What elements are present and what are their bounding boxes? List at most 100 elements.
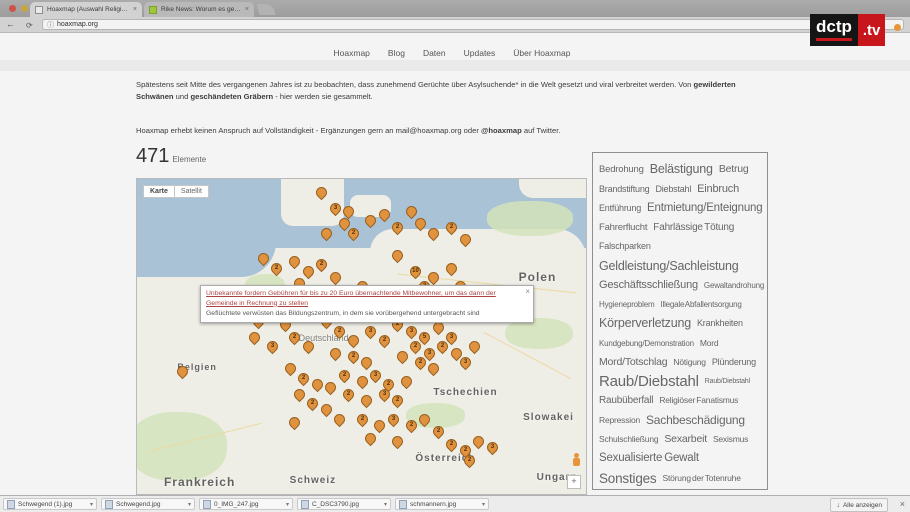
chevron-down-icon[interactable]: ▾ <box>188 501 191 508</box>
show-all-downloads-button[interactable]: ↓ Alle anzeigen <box>830 498 888 512</box>
map-cluster-marker[interactable]: 2 <box>295 370 312 387</box>
tag-raub-diebstahl[interactable]: Raub/Diebstahl <box>599 373 699 390</box>
pegman-icon[interactable] <box>572 453 580 467</box>
map-cluster-marker[interactable]: 3 <box>367 367 384 383</box>
downloads-bar-close-icon[interactable]: × <box>900 499 905 509</box>
map-cluster-marker[interactable]: 3 <box>385 411 402 427</box>
tag-einbruch[interactable]: Einbruch <box>697 183 739 195</box>
map-cluster-marker[interactable]: 2 <box>340 386 357 402</box>
download-item-schwegend-1-jpg[interactable]: Schwegend (1).jpg ▾ <box>3 498 97 510</box>
map-marker[interactable] <box>358 354 375 371</box>
map-cluster-marker[interactable]: 2 <box>345 348 361 364</box>
nav-link-ber-hoaxmap[interactable]: Über Hoaxmap <box>513 48 570 58</box>
tag-hygieneproblem[interactable]: Hygieneproblem <box>599 300 655 309</box>
map-marker[interactable] <box>327 269 343 286</box>
tag-raub-berfall[interactable]: Raubüberfall <box>599 395 654 406</box>
reload-icon[interactable]: ⟳ <box>26 20 33 31</box>
map-cluster-marker[interactable]: 3 <box>403 323 420 339</box>
download-item-schmannern-jpg[interactable]: schmannern.jpg ▾ <box>395 498 489 510</box>
tag-geldleistung-sachleistung[interactable]: Geldleistung/Sachleistung <box>599 259 739 273</box>
map-marker[interactable] <box>300 263 316 279</box>
back-icon[interactable]: ← <box>6 19 15 30</box>
map-marker[interactable] <box>363 430 379 446</box>
chevron-down-icon[interactable]: ▾ <box>286 501 289 508</box>
window-minimize-button[interactable] <box>21 5 28 12</box>
map-cluster-marker[interactable]: 3 <box>264 338 280 355</box>
zoom-in-button[interactable]: + <box>567 475 581 490</box>
map-cluster-marker[interactable]: 2 <box>313 257 330 273</box>
map-marker[interactable] <box>372 417 388 434</box>
map-marker[interactable] <box>470 433 487 450</box>
tag-sachbesch-digung[interactable]: Sachbeschädigung <box>646 413 745 427</box>
map-cluster-marker[interactable]: 2 <box>354 411 370 427</box>
address-bar[interactable]: ⓘ hoaxmap.org <box>42 19 904 30</box>
nav-link-daten[interactable]: Daten <box>423 48 446 58</box>
tag-n-tigung[interactable]: Nötigung <box>673 357 706 367</box>
map-cluster-marker[interactable]: 2 <box>336 367 352 383</box>
tag-sexismus[interactable]: Sexismus <box>713 434 748 444</box>
tag-krankheiten[interactable]: Krankheiten <box>697 318 743 328</box>
map-marker[interactable] <box>354 373 370 390</box>
tab-news[interactable]: Rike News: Worum es geht u... × <box>144 2 254 17</box>
popup-close-icon[interactable]: × <box>525 287 530 296</box>
map-marker[interactable] <box>286 253 303 270</box>
tag-illegale-abfallentsorgung[interactable]: Illegale Abfallentsorgung <box>660 300 741 309</box>
map-cluster-marker[interactable]: 2 <box>444 436 460 453</box>
map-cluster-marker[interactable]: 2 <box>304 395 321 412</box>
nav-link-updates[interactable]: Updates <box>464 48 496 58</box>
download-item-schwegend-jpg[interactable]: Schwegend.jpg ▾ <box>101 498 195 510</box>
tab-close-icon[interactable]: × <box>245 6 249 13</box>
map-marker[interactable] <box>309 376 325 393</box>
map-cluster-marker[interactable]: 3 <box>484 439 500 456</box>
map-marker[interactable] <box>246 329 263 346</box>
tag-gesch-ftsschlie-ung[interactable]: Geschäftsschließung <box>599 279 698 291</box>
tag-brandstiftung[interactable]: Brandstiftung <box>599 184 650 194</box>
map-type-satellit-button[interactable]: Satellit <box>174 185 209 198</box>
tag-mord-totschlag[interactable]: Mord/Totschlag <box>599 356 668 368</box>
map-marker[interactable] <box>426 361 442 377</box>
hoax-map[interactable]: Polen Tschechien Slowakei Österreich Ungarn S… <box>136 178 587 495</box>
window-close-button[interactable] <box>9 5 16 12</box>
map-marker[interactable] <box>318 401 334 418</box>
map-marker[interactable] <box>390 433 406 450</box>
tag-diebstahl[interactable]: Diebstahl <box>655 184 691 194</box>
map-marker[interactable] <box>331 411 348 427</box>
chevron-down-icon[interactable]: ▾ <box>90 501 93 508</box>
map-marker[interactable] <box>466 338 483 355</box>
map-marker[interactable] <box>291 386 307 402</box>
tag-mord[interactable]: Mord <box>700 338 719 348</box>
tag-entf-hrung[interactable]: Entführung <box>599 203 641 213</box>
tag-sexualisierte-gewalt[interactable]: Sexualisierte Gewalt <box>599 452 699 464</box>
tag-pl-nderung[interactable]: Plünderung <box>712 357 756 367</box>
tag-fahrl-ssige-t-tung[interactable]: Fahrlässige Tötung <box>653 222 734 233</box>
map-marker[interactable] <box>327 345 343 361</box>
page-info-icon[interactable]: ⓘ <box>47 20 54 30</box>
map-marker[interactable] <box>282 361 298 377</box>
tag-st-rung-der-totenruhe[interactable]: Störung der Totenruhe <box>663 473 741 483</box>
tag-religi-ser-fanatismus[interactable]: Religiöser Fanatismus <box>659 395 738 405</box>
tag-betrug[interactable]: Betrug <box>719 163 749 175</box>
map-type-karte-button[interactable]: Karte <box>143 185 175 198</box>
nav-link-blog[interactable]: Blog <box>388 48 405 58</box>
popup-link[interactable]: Unbekannte fordern Gebühren für bis zu 2… <box>206 289 519 308</box>
tag-bedrohung[interactable]: Bedrohung <box>599 164 644 175</box>
tag-raub-diebstahl[interactable]: Raub/Diebstahl <box>705 378 750 385</box>
tag-gewaltandrohung[interactable]: Gewaltandrohung <box>704 281 764 290</box>
new-tab-button[interactable] <box>256 4 276 15</box>
map-cluster-marker[interactable]: 3 <box>363 323 379 339</box>
tag-sexarbeit[interactable]: Sexarbeit <box>664 433 707 445</box>
download-item-c-dsc3790-jpg[interactable]: C_DSC3790.jpg ▾ <box>297 498 391 510</box>
nav-link-hoaxmap[interactable]: Hoaxmap <box>334 48 370 58</box>
chevron-down-icon[interactable]: ▾ <box>384 501 387 508</box>
tag-bel-stigung[interactable]: Belästigung <box>650 162 713 176</box>
tag-kundgebung-demonstration[interactable]: Kundgebung/Demonstration <box>599 339 694 348</box>
map-marker[interactable] <box>399 373 415 390</box>
tag-sonstiges[interactable]: Sonstiges <box>599 471 657 486</box>
map-marker[interactable] <box>444 260 460 276</box>
map-marker[interactable] <box>286 414 303 431</box>
download-item-0-img-247-jpg[interactable]: 0_IMG_247.jpg ▾ <box>199 498 293 510</box>
map-marker[interactable] <box>322 379 339 396</box>
map-cluster-marker[interactable]: 2 <box>376 332 393 349</box>
chevron-down-icon[interactable]: ▾ <box>482 501 485 508</box>
tag-falschparken[interactable]: Falschparken <box>599 241 651 251</box>
